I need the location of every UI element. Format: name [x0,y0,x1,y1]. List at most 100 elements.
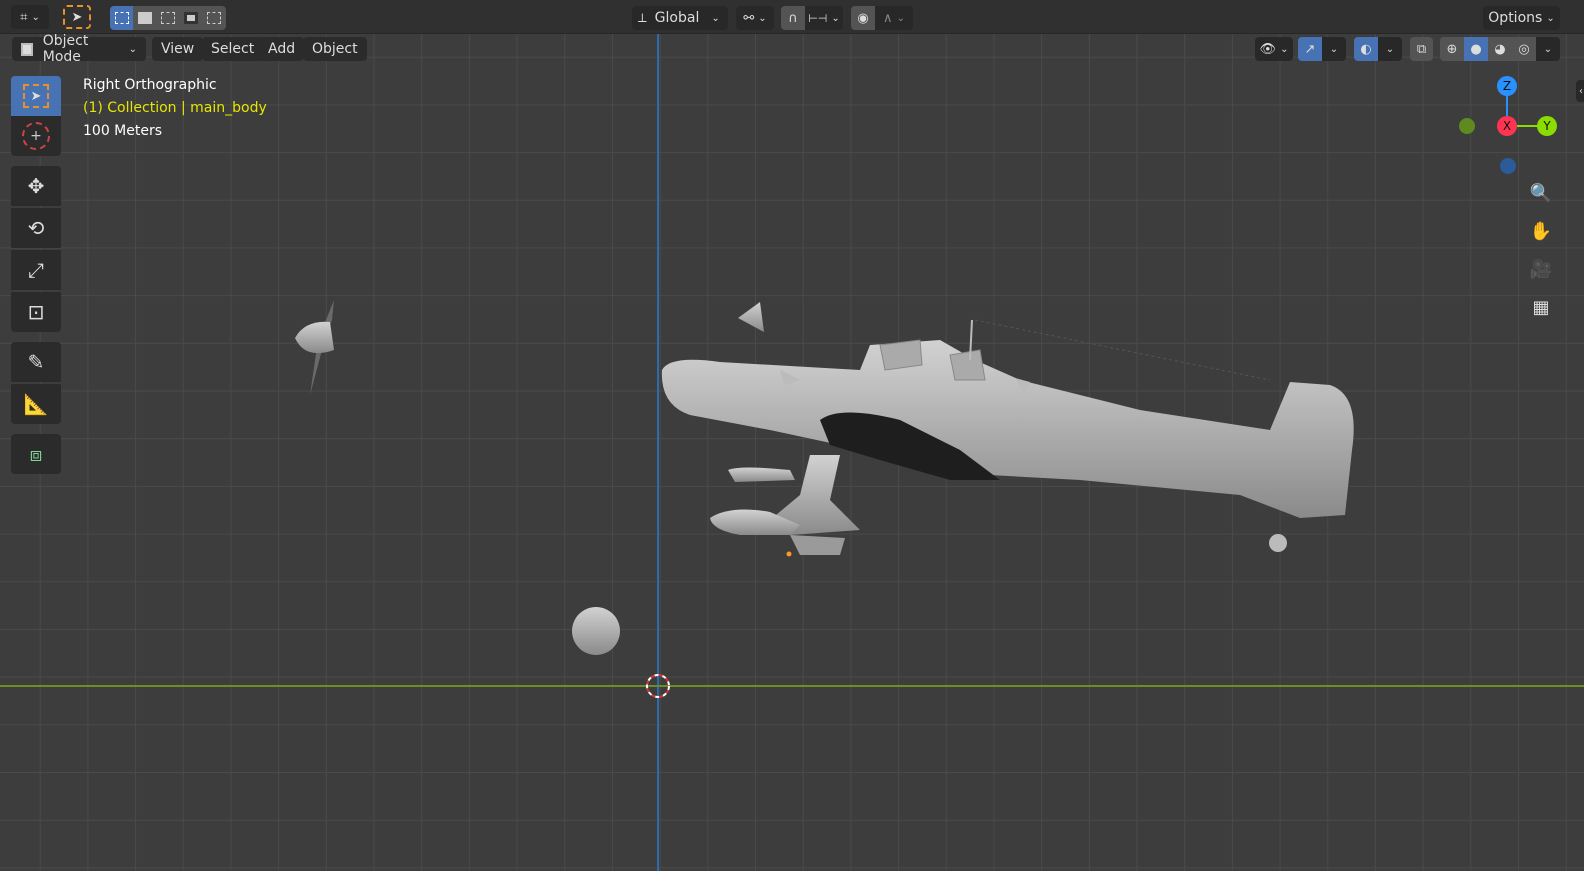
zoom-magnifier-icon: 🔍 [1529,182,1553,204]
shading-solid[interactable]: ● [1464,37,1488,61]
wireframe-sphere-icon: ⊕ [1446,41,1458,57]
gizmo-neg-z-axis[interactable] [1500,158,1516,174]
overlays-toggle[interactable]: ◐ [1354,37,1378,61]
active-collection: (1) Collection | main_body [83,100,267,116]
snap-target-dropdown[interactable]: ⊢⊣ ⌄ [805,6,843,30]
pivot-point-dropdown[interactable]: ⚯ ⌄ [736,6,774,30]
select-mode-new[interactable] [110,6,133,30]
cursor-arrow-icon: ➤ [71,9,83,25]
chevron-down-icon: ⌄ [1329,43,1339,55]
falloff-dropdown[interactable]: ∧ ⌄ [875,6,913,30]
magnet-icon: ∩ [788,10,798,26]
select-mode-intersect[interactable] [202,6,226,30]
axis-label: X [1502,119,1512,133]
active-tool-button[interactable]: ➤ [63,5,91,29]
sphere[interactable] [572,607,620,655]
gizmo-icon: ↗ [1304,41,1316,57]
select-mode-extend[interactable] [133,6,156,30]
shading-material[interactable]: ◕ [1488,37,1512,61]
chevron-down-icon: ⌄ [758,12,767,24]
tool-add-cube[interactable]: ⧈ [11,434,61,474]
proportional-icon: ◉ [857,10,869,26]
overlays-dropdown[interactable]: ⌄ [1378,37,1402,61]
gizmo-y-line [1517,125,1539,127]
camera-icon: 🎥 [1529,258,1553,280]
object-mode-icon [21,42,33,56]
rotate-icon: ⟲ [27,216,45,240]
menu-label: Add [268,41,296,57]
select-box-icon: ➤ [23,84,49,108]
3d-cursor[interactable] [646,674,670,698]
axis-label: Y [1543,119,1551,133]
transform-orientation-dropdown[interactable]: ⟂ Global ⌄ [632,6,728,30]
shading-rendered[interactable]: ◎ [1512,37,1536,61]
propeller[interactable] [295,240,340,395]
menu-view[interactable]: View [152,37,204,61]
chevron-down-icon: ⌄ [831,12,840,24]
menu-add[interactable]: Add [259,37,305,61]
gizmo-dropdown[interactable]: ⌄ [1322,37,1346,61]
scene-objects[interactable] [0,0,1584,871]
mode-dropdown[interactable]: Object Mode ⌄ [12,33,146,65]
select-mode-subtract[interactable] [156,6,179,30]
tool-move[interactable]: ✥ [11,166,61,206]
tool-transform[interactable]: ⊡ [11,292,61,332]
solid-sphere-icon: ● [1470,41,1482,57]
menu-object[interactable]: Object [303,37,367,61]
cursor-icon: + [22,122,50,150]
tool-rotate[interactable]: ⟲ [11,208,61,248]
shading-wireframe[interactable]: ⊕ [1440,37,1464,61]
grid-icon: ▦ [1532,296,1550,318]
3d-viewport[interactable] [0,0,1584,871]
overlays-icon: ◐ [1360,41,1372,57]
menu-label: Select [211,41,255,57]
chevron-down-icon: ⌄ [711,12,720,24]
chevron-down-icon: ⌄ [1280,43,1289,55]
snap-increment-icon: ⊢⊣ [808,11,828,25]
proportional-editing-toggle[interactable]: ◉ [851,6,875,30]
select-subtract-icon [160,12,175,24]
hand-icon: ✋ [1529,220,1553,242]
gizmo-y-axis[interactable]: Y [1537,116,1557,136]
tool-scale[interactable]: ⤢ [11,250,61,290]
gizmo-neg-y-axis[interactable] [1459,118,1475,134]
sidebar-toggle[interactable]: ‹ [1576,80,1584,102]
gizmo-toggle[interactable]: ↗ [1298,37,1322,61]
small-fin[interactable] [738,302,764,332]
tool-cursor[interactable]: + [11,116,61,156]
gizmo-x-axis[interactable]: X [1497,116,1517,136]
options-dropdown[interactable]: Options ⌄ [1483,6,1560,30]
chevron-down-icon: ⌄ [1546,12,1555,24]
camera-view-button[interactable]: 🎥 [1525,253,1557,285]
shading-dropdown[interactable]: ⌄ [1536,37,1560,61]
options-label: Options [1488,10,1543,26]
select-extend-icon [137,12,152,24]
pivot-icon: ⚯ [743,10,755,26]
tool-annotate[interactable]: ✎ [11,342,61,382]
gizmo-z-axis[interactable]: Z [1497,76,1517,96]
chevron-left-icon: ‹ [1579,85,1583,97]
visibility-dropdown[interactable]: 👁 ⌄ [1255,37,1293,61]
falloff-curve-icon: ∧ [883,10,893,26]
menu-select[interactable]: Select [202,37,264,61]
xray-toggle[interactable]: ⧉ [1410,37,1433,61]
tool-select-box[interactable]: ➤ [11,76,61,116]
chevron-down-icon: ⌄ [128,43,137,55]
perspective-toggle-button[interactable]: ▦ [1525,291,1557,323]
editor-type-button[interactable]: ⌗ ⌄ [11,5,49,29]
grid-scale: 100 Meters [83,123,163,139]
material-sphere-icon: ◕ [1494,41,1506,57]
tool-measure[interactable]: 📐 [11,384,61,424]
xray-icon: ⧉ [1416,41,1427,57]
select-intersect-icon [207,12,221,24]
airplane-main-body[interactable] [661,319,1354,555]
scale-icon: ⤢ [28,258,44,282]
add-cube-icon: ⧈ [29,442,43,466]
snap-toggle[interactable]: ∩ [781,6,805,30]
view-name: Right Orthographic [83,77,217,93]
pan-button[interactable]: ✋ [1525,215,1557,247]
select-mode-invert[interactable] [179,6,202,30]
zoom-button[interactable]: 🔍 [1525,177,1557,209]
viewport-header: ⌗ ⌄ ➤ ⟂ Global ⌄ ⚯ ⌄ ∩ ⊢⊣ ⌄ ◉ ∧ ⌄ Options ⌄ [0,0,1584,34]
chevron-down-icon: ⌄ [1385,43,1395,55]
